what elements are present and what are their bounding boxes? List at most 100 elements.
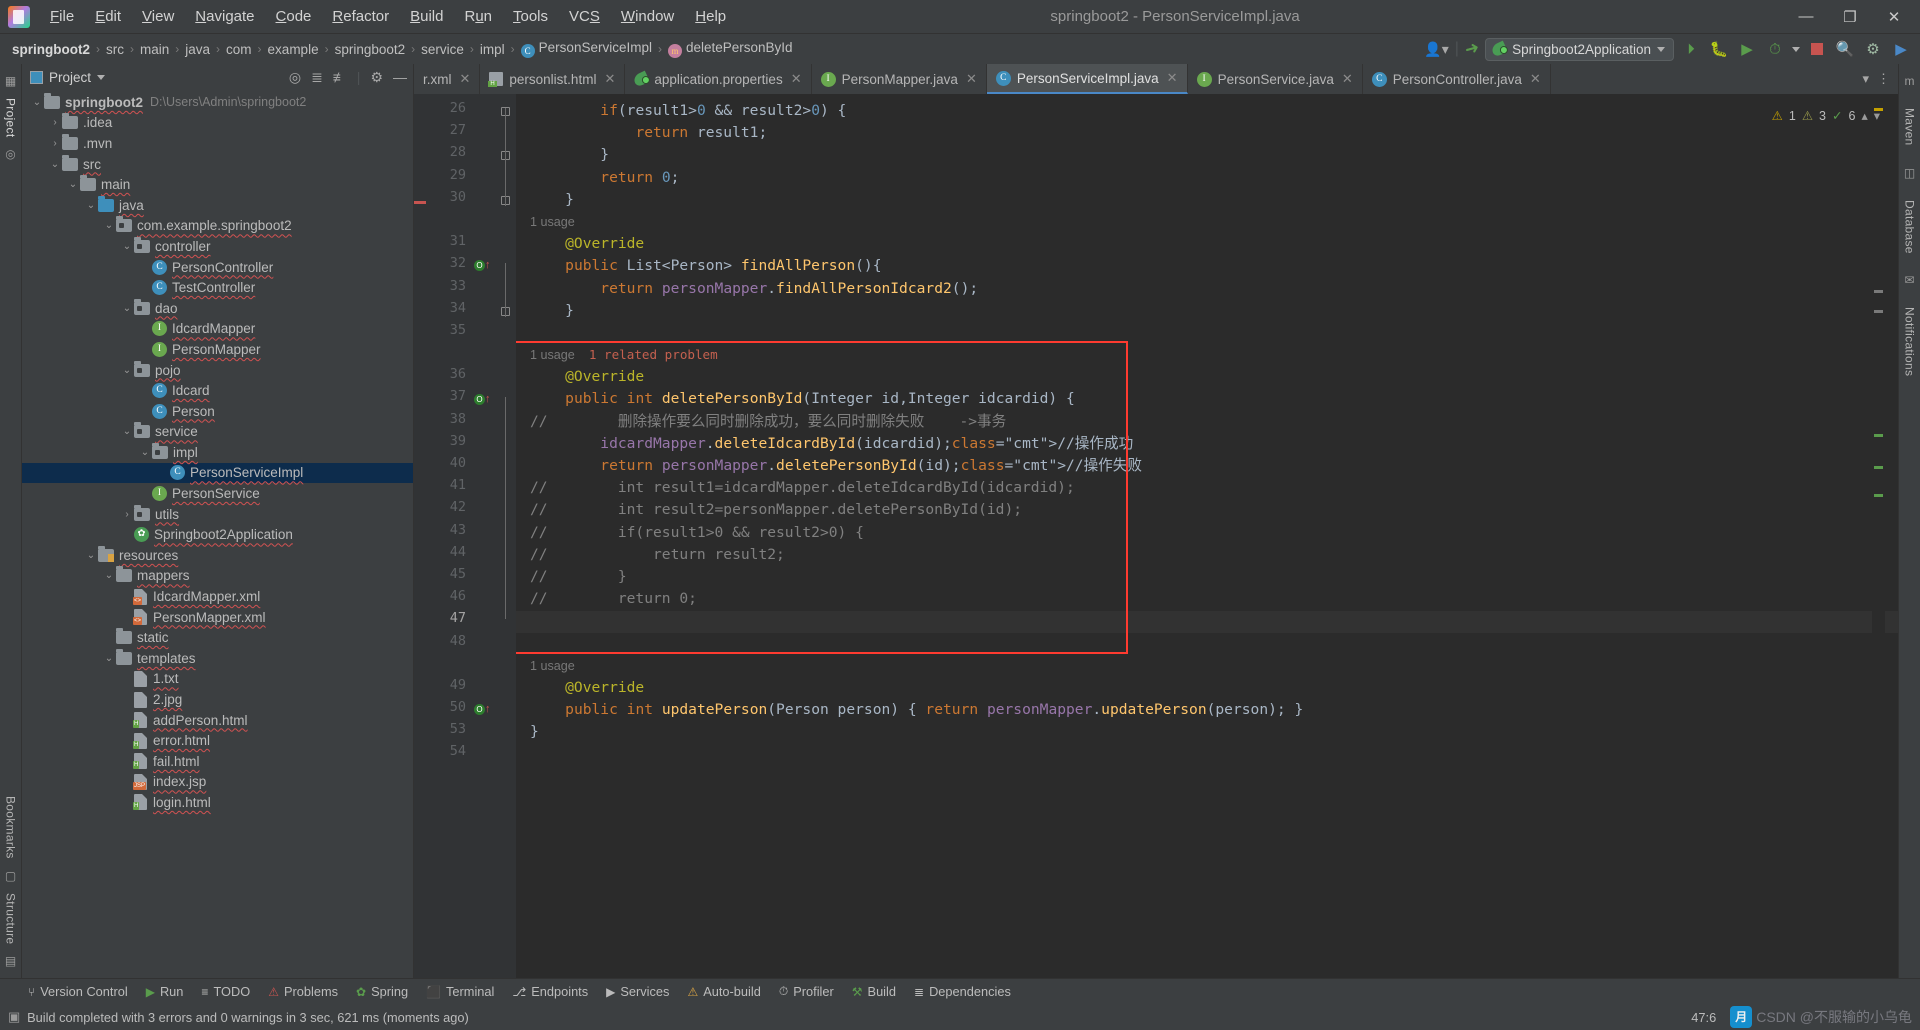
menu-view[interactable]: View bbox=[132, 4, 184, 29]
inspection-mark-ok[interactable] bbox=[1874, 434, 1883, 437]
chevron-down-icon[interactable]: ▾ bbox=[1862, 71, 1869, 87]
debug-icon[interactable]: 🐛 bbox=[1708, 38, 1730, 60]
inspection-mark-ok2[interactable] bbox=[1874, 466, 1883, 469]
tree-node-impl[interactable]: ⌄ impl bbox=[22, 442, 413, 463]
inlay-hint[interactable]: 1 usage bbox=[530, 655, 1898, 677]
more-options-icon[interactable]: ⋮ bbox=[1877, 71, 1890, 87]
menu-help[interactable]: Help bbox=[685, 4, 736, 29]
settings-gear-icon[interactable]: ⚙ bbox=[370, 69, 383, 86]
tree-node-templates[interactable]: ⌄ templates bbox=[22, 648, 413, 669]
close-button[interactable]: ✕ bbox=[1872, 1, 1916, 33]
chevron-down-icon[interactable]: ⌄ bbox=[102, 570, 116, 581]
close-tab-icon[interactable]: ✕ bbox=[604, 71, 615, 87]
tree-node-com.example.springboot2[interactable]: ⌄ com.example.springboot2 bbox=[22, 216, 413, 237]
tree-node-mappers[interactable]: ⌄ mappers bbox=[22, 566, 413, 587]
hammer-icon[interactable]: ➜ bbox=[1463, 37, 1482, 60]
project-panel-title[interactable]: Project bbox=[30, 70, 106, 85]
chevron-down-icon[interactable]: ⌄ bbox=[120, 241, 134, 252]
profiler-icon[interactable]: ⏱ bbox=[1764, 38, 1786, 60]
code-line-41[interactable]: // int result1=idcardMapper.deleteIdcard… bbox=[530, 477, 1898, 499]
tree-node-pojo[interactable]: ⌄ pojo bbox=[22, 360, 413, 381]
tree-node-index.jsp[interactable]: JSP index.jsp bbox=[22, 772, 413, 793]
tree-node-personcontroller[interactable]: C PersonController bbox=[22, 257, 413, 278]
chevron-down-icon[interactable]: ⌄ bbox=[120, 426, 134, 437]
chevron-down-icon[interactable]: ⌄ bbox=[120, 365, 134, 376]
editor-tab-personserviceimpl-java[interactable]: C PersonServiceImpl.java ✕ bbox=[986, 64, 1188, 94]
chevron-down-icon[interactable]: ▾ bbox=[1874, 108, 1880, 123]
code-line-34[interactable]: } bbox=[530, 300, 1898, 322]
breadcrumb-item-impl[interactable]: impl bbox=[478, 42, 507, 57]
breadcrumb-item-springboot2[interactable]: springboot2 bbox=[10, 42, 92, 57]
user-icon[interactable]: 👤▾ bbox=[1424, 41, 1448, 58]
tool-tab-todo[interactable]: ≡ TODO bbox=[201, 984, 250, 999]
tree-node-fail.html[interactable]: Hfail.html bbox=[22, 751, 413, 772]
implements-method-gutter-icon[interactable]: O ↑ bbox=[474, 259, 491, 272]
tree-node-2.jpg[interactable]: 2.jpg bbox=[22, 689, 413, 710]
chevron-down-icon[interactable]: ⌄ bbox=[30, 97, 44, 108]
menu-build[interactable]: Build bbox=[400, 4, 453, 29]
tool-tab-endpoints[interactable]: ⎇ Endpoints bbox=[512, 984, 588, 999]
strip-notifications[interactable]: Notifications bbox=[1903, 301, 1917, 382]
close-tab-icon[interactable]: ✕ bbox=[966, 71, 977, 87]
tool-tab-terminal[interactable]: ⬛ Terminal bbox=[426, 984, 494, 999]
chevron-down-icon[interactable]: ⌄ bbox=[48, 159, 62, 170]
menu-run[interactable]: Run bbox=[454, 4, 502, 29]
window-controls[interactable]: — ❐ ✕ bbox=[1784, 1, 1916, 33]
close-tab-icon[interactable]: ✕ bbox=[1342, 71, 1353, 87]
tree-node-addperson.html[interactable]: HaddPerson.html bbox=[22, 710, 413, 731]
chevron-down-icon[interactable]: ⌄ bbox=[138, 447, 152, 458]
code-line-39[interactable]: idcardMapper.deleteIdcardById(idcardid);… bbox=[530, 433, 1898, 455]
tree-node-idcardmapper[interactable]: I IdcardMapper bbox=[22, 319, 413, 340]
gutter-icons[interactable]: O ↑ O ↑ O ↑ bbox=[472, 94, 494, 978]
tree-node-testcontroller[interactable]: C TestController bbox=[22, 277, 413, 298]
code-line-42[interactable]: // int result2=personMapper.deletePerson… bbox=[530, 499, 1898, 521]
code-line-45[interactable]: // } bbox=[530, 566, 1898, 588]
editor-tab-r-xml[interactable]: r.xml ✕ bbox=[414, 64, 481, 94]
code-line-29[interactable]: return 0; bbox=[530, 167, 1898, 189]
chevron-down-icon[interactable]: ⌄ bbox=[102, 220, 116, 231]
strip-maven[interactable]: Maven bbox=[1903, 102, 1917, 152]
tree-node-resources[interactable]: ⌄ resources bbox=[22, 545, 413, 566]
code-content[interactable]: if(result1>0 && result2>0) { return resu… bbox=[516, 94, 1898, 978]
tool-tab-version-control[interactable]: ⑂ Version Control bbox=[28, 984, 128, 999]
tool-tab-services[interactable]: ▶ Services bbox=[606, 984, 669, 999]
code-line-40[interactable]: return personMapper.deletePersonById(id)… bbox=[530, 455, 1898, 477]
search-icon[interactable]: 🔍 bbox=[1834, 38, 1856, 60]
editor-tab-personservice-java[interactable]: I PersonService.java ✕ bbox=[1188, 64, 1363, 94]
breadcrumb-item-deletepersonbyid[interactable]: m deletePersonById bbox=[666, 40, 795, 58]
locate-icon[interactable]: ◎ bbox=[289, 69, 301, 86]
breadcrumb-item-springboot2[interactable]: springboot2 bbox=[333, 42, 408, 57]
tree-node-personservice[interactable]: I PersonService bbox=[22, 483, 413, 504]
code-line-28[interactable]: } bbox=[530, 144, 1898, 166]
inspection-scrollbar[interactable] bbox=[1872, 94, 1885, 978]
inspection-summary[interactable]: ⚠ 1 ⚠ 3 ✓ 6 ▴ ▾ bbox=[1772, 108, 1898, 124]
tree-node-java[interactable]: ⌄ java bbox=[22, 195, 413, 216]
code-line-30[interactable]: } bbox=[530, 189, 1898, 211]
tool-tab-problems[interactable]: ⚠ Problems bbox=[268, 984, 338, 999]
run-with-coverage-icon[interactable]: ▶ bbox=[1736, 38, 1758, 60]
tree-node-springboot2application[interactable]: ✿ Springboot2Application bbox=[22, 524, 413, 545]
menu-code[interactable]: Code bbox=[266, 4, 322, 29]
implements-method-gutter-icon[interactable]: O ↑ bbox=[474, 393, 491, 405]
menu-refactor[interactable]: Refactor bbox=[322, 4, 399, 29]
tree-node-personmapper[interactable]: I PersonMapper bbox=[22, 339, 413, 360]
close-tab-icon[interactable]: ✕ bbox=[1530, 71, 1541, 87]
breadcrumb-item-java[interactable]: java bbox=[183, 42, 212, 57]
chevron-right-icon[interactable]: › bbox=[48, 138, 62, 149]
close-tab-icon[interactable]: ✕ bbox=[1167, 70, 1178, 86]
breadcrumb-item-personserviceimpl[interactable]: C PersonServiceImpl bbox=[519, 40, 654, 58]
settings-gear-icon[interactable]: ⚙ bbox=[1862, 38, 1884, 60]
editor-tab-personmapper-java[interactable]: I PersonMapper.java ✕ bbox=[812, 64, 987, 94]
code-line-53[interactable]: } bbox=[530, 721, 1898, 743]
code-line-48[interactable] bbox=[530, 633, 1898, 655]
breadcrumb-item-main[interactable]: main bbox=[138, 42, 171, 57]
inspection-mark-1[interactable] bbox=[1874, 290, 1883, 293]
hide-icon[interactable]: — bbox=[393, 69, 407, 85]
close-tab-icon[interactable]: ✕ bbox=[460, 71, 471, 87]
code-line-43[interactable]: // if(result1>0 && result2>0) { bbox=[530, 522, 1898, 544]
tool-tab-spring[interactable]: ✿ Spring bbox=[356, 984, 408, 999]
strip-bookmarks[interactable]: Bookmarks bbox=[4, 790, 18, 865]
run-icon[interactable]: ⏵ bbox=[1680, 38, 1702, 60]
breadcrumb[interactable]: springboot2 › src › main › java › com › example › sp… bbox=[10, 40, 795, 58]
chevron-up-icon[interactable]: ▴ bbox=[1861, 108, 1867, 123]
